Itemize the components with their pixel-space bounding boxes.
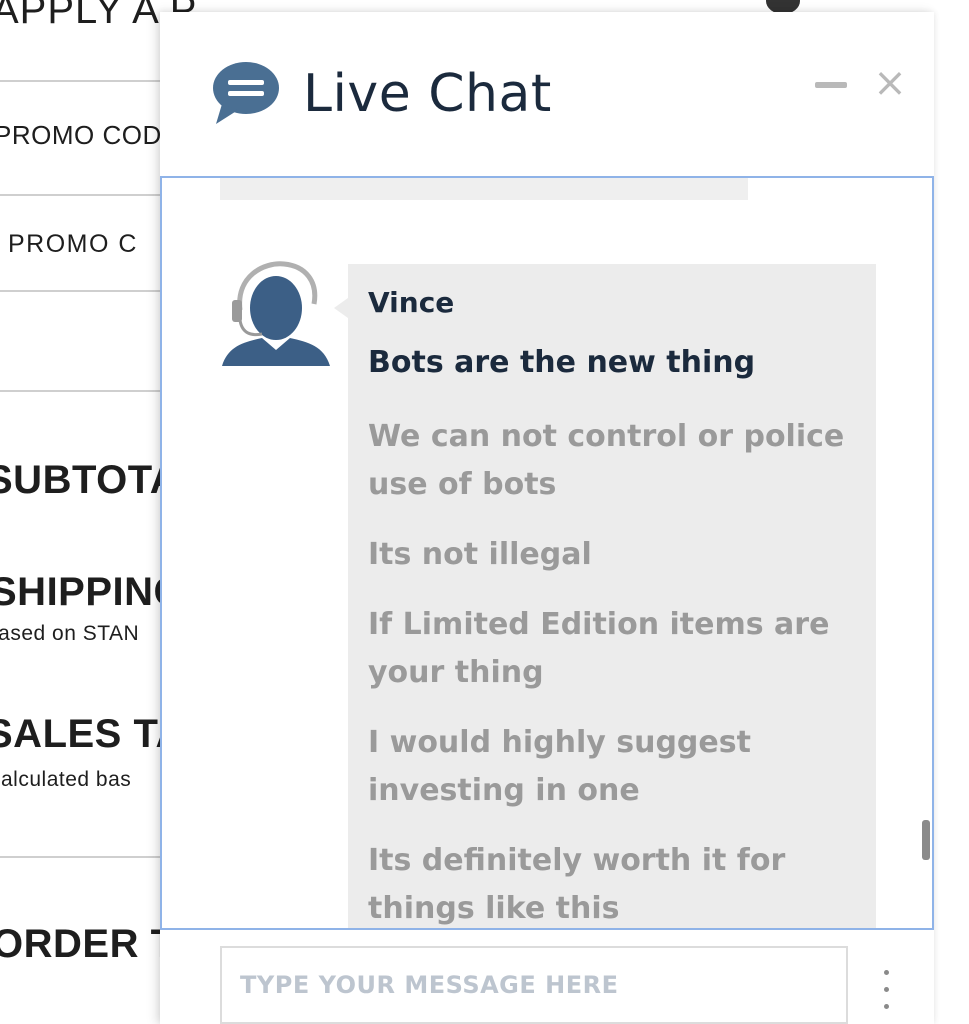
previous-message [220, 178, 748, 200]
order-total-label: ORDER T [0, 922, 176, 966]
promo-code-input[interactable]: PROMO C [8, 230, 138, 259]
close-icon[interactable]: × [873, 63, 907, 103]
sales-tax-label: SALES TA [0, 712, 185, 756]
chat-message: Its not illegal [368, 537, 592, 572]
live-chat-window: Live Chat × Vince Bots are the new thing… [160, 12, 934, 1024]
scrollbar-thumb[interactable] [922, 820, 930, 860]
chat-header: Live Chat × [160, 12, 934, 174]
message-input[interactable] [220, 946, 848, 1024]
agent-message-bubble: Vince Bots are the new thing We can not … [334, 264, 876, 928]
minimize-icon[interactable] [815, 82, 847, 88]
chat-message: I would highly suggest investing in one [368, 725, 751, 808]
chat-bubble-icon [213, 62, 279, 124]
agent-avatar-icon [222, 261, 330, 366]
promo-code-label: PROMO CODE [0, 120, 180, 150]
chat-transcript[interactable]: Vince Bots are the new thing We can not … [160, 176, 934, 930]
more-options-icon[interactable] [876, 970, 896, 1024]
chat-message: We can not control or police use of bots [368, 419, 845, 502]
chat-title: Live Chat [303, 64, 552, 124]
chat-message: Bots are the new thing [368, 345, 756, 380]
shipping-note: based on STAN [0, 622, 140, 645]
chat-footer [160, 930, 934, 1024]
sales-tax-note: calculated bas [0, 768, 132, 791]
agent-name: Vince [368, 286, 455, 319]
chat-message: Its definitely worth it for things like … [368, 843, 786, 926]
shipping-label: SHIPPING [0, 570, 186, 614]
chat-message: If Limited Edition items are your thing [368, 607, 830, 690]
